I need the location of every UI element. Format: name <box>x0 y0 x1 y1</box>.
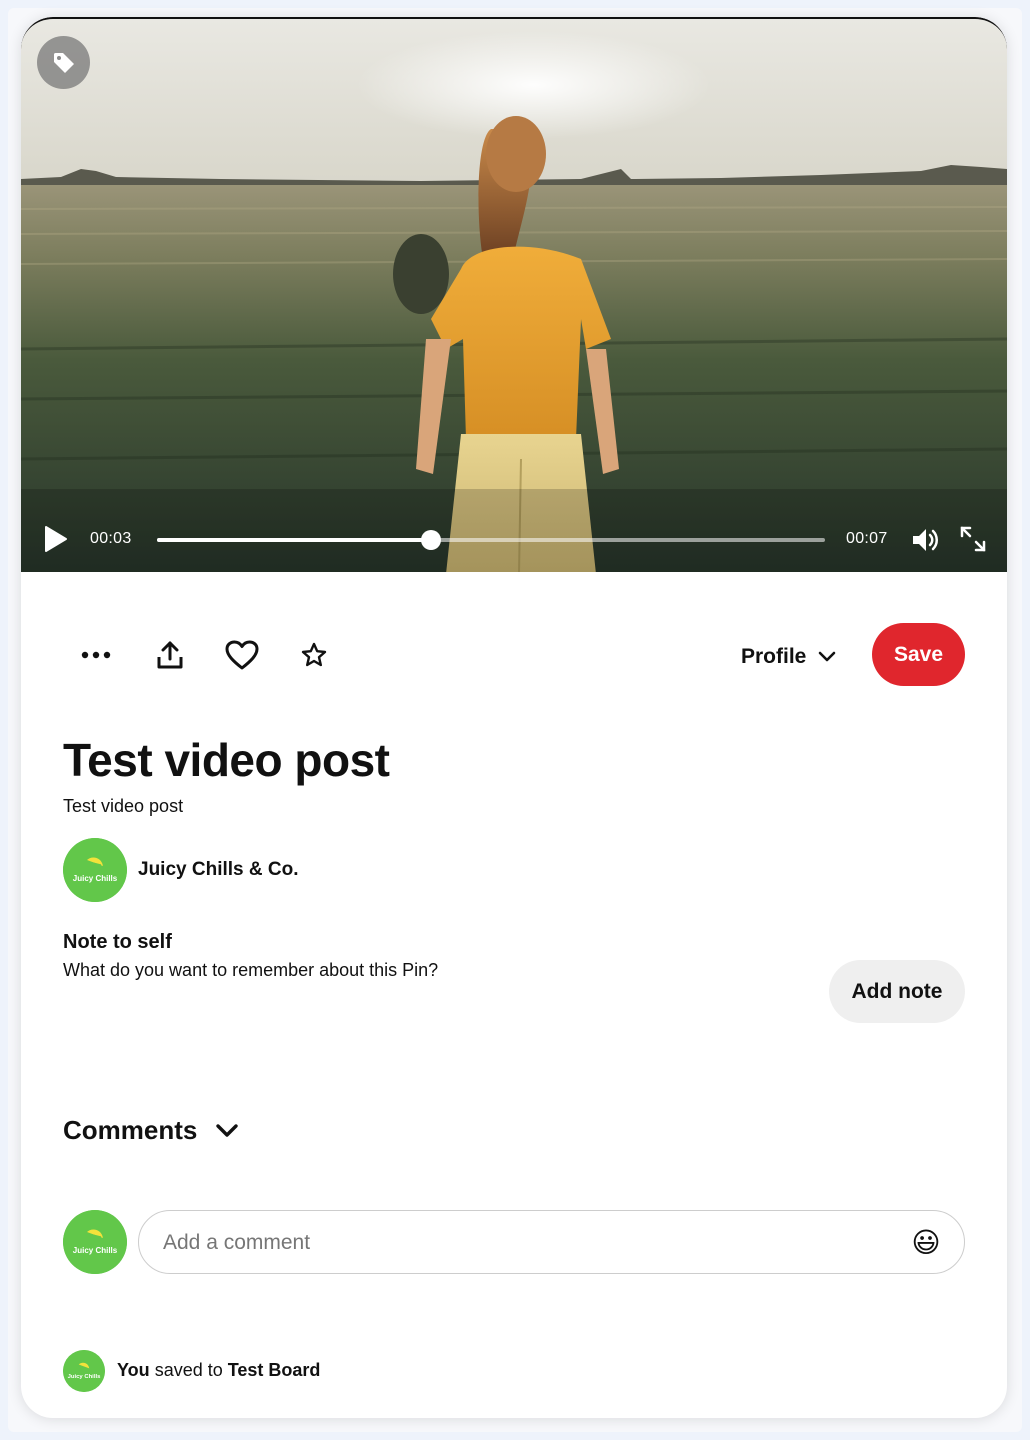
comments-toggle[interactable]: Comments <box>63 1115 239 1146</box>
saved-status: You saved to Test Board <box>117 1360 320 1381</box>
more-dots-icon <box>81 651 111 659</box>
pin-title: Test video post <box>63 734 390 786</box>
note-title: Note to self <box>63 931 172 953</box>
saved-middle: saved to <box>154 1360 223 1380</box>
fullscreen-button[interactable] <box>959 525 987 553</box>
video-frame <box>21 19 1007 572</box>
saved-board-link[interactable]: Test Board <box>228 1360 321 1380</box>
comment-input[interactable] <box>163 1223 883 1263</box>
add-note-button[interactable]: Add note <box>829 960 965 1023</box>
video-controls: 00:03 00:07 <box>21 519 1007 559</box>
author-avatar[interactable]: Juicy Chills <box>63 838 127 902</box>
board-select-label: Profile <box>741 645 807 668</box>
svg-text:Juicy Chills: Juicy Chills <box>73 1246 118 1255</box>
comments-heading: Comments <box>63 1115 198 1145</box>
share-button[interactable] <box>146 631 194 679</box>
emoji-button[interactable]: 😃 <box>909 1226 943 1260</box>
favorite-button[interactable] <box>290 631 338 679</box>
expand-icon <box>960 526 986 552</box>
volume-icon <box>913 529 938 551</box>
board-select[interactable]: Profile <box>741 637 836 677</box>
more-button[interactable] <box>72 631 120 679</box>
svg-text:Juicy Chills: Juicy Chills <box>73 874 118 883</box>
progress-thumb[interactable] <box>420 530 441 550</box>
pin-card: 00:03 00:07 Profile Save Test video post… <box>21 17 1007 1418</box>
author-name[interactable]: Juicy Chills & Co. <box>138 859 298 881</box>
juicy-chills-logo: Juicy Chills <box>63 1210 127 1274</box>
svg-text:Juicy Chills: Juicy Chills <box>68 1374 101 1380</box>
like-button[interactable] <box>218 631 266 679</box>
chevron-down-icon <box>819 651 836 662</box>
progress-fill <box>157 538 431 542</box>
video-player[interactable]: 00:03 00:07 <box>21 17 1007 572</box>
saved-who: You <box>117 1360 150 1380</box>
current-time: 00:03 <box>90 530 132 547</box>
tag-button[interactable] <box>37 36 90 89</box>
juicy-chills-logo: Juicy Chills <box>63 1350 105 1392</box>
play-button[interactable] <box>41 525 69 553</box>
save-button[interactable]: Save <box>872 623 965 686</box>
share-upload-icon <box>157 641 183 669</box>
progress-track[interactable] <box>157 530 825 550</box>
chevron-down-icon <box>216 1123 239 1137</box>
comment-field: 😃 <box>138 1210 965 1274</box>
juicy-chills-logo: Juicy Chills <box>63 838 127 902</box>
play-icon <box>45 526 67 552</box>
note-description: What do you want to remember about this … <box>63 960 439 980</box>
star-icon <box>301 642 327 667</box>
saved-avatar: Juicy Chills <box>63 1350 105 1392</box>
tag-icon <box>53 52 74 73</box>
volume-button[interactable] <box>910 525 940 555</box>
total-time: 00:07 <box>846 530 888 547</box>
user-avatar: Juicy Chills <box>63 1210 127 1274</box>
pin-description: Test video post <box>63 796 184 816</box>
heart-icon <box>225 640 259 670</box>
